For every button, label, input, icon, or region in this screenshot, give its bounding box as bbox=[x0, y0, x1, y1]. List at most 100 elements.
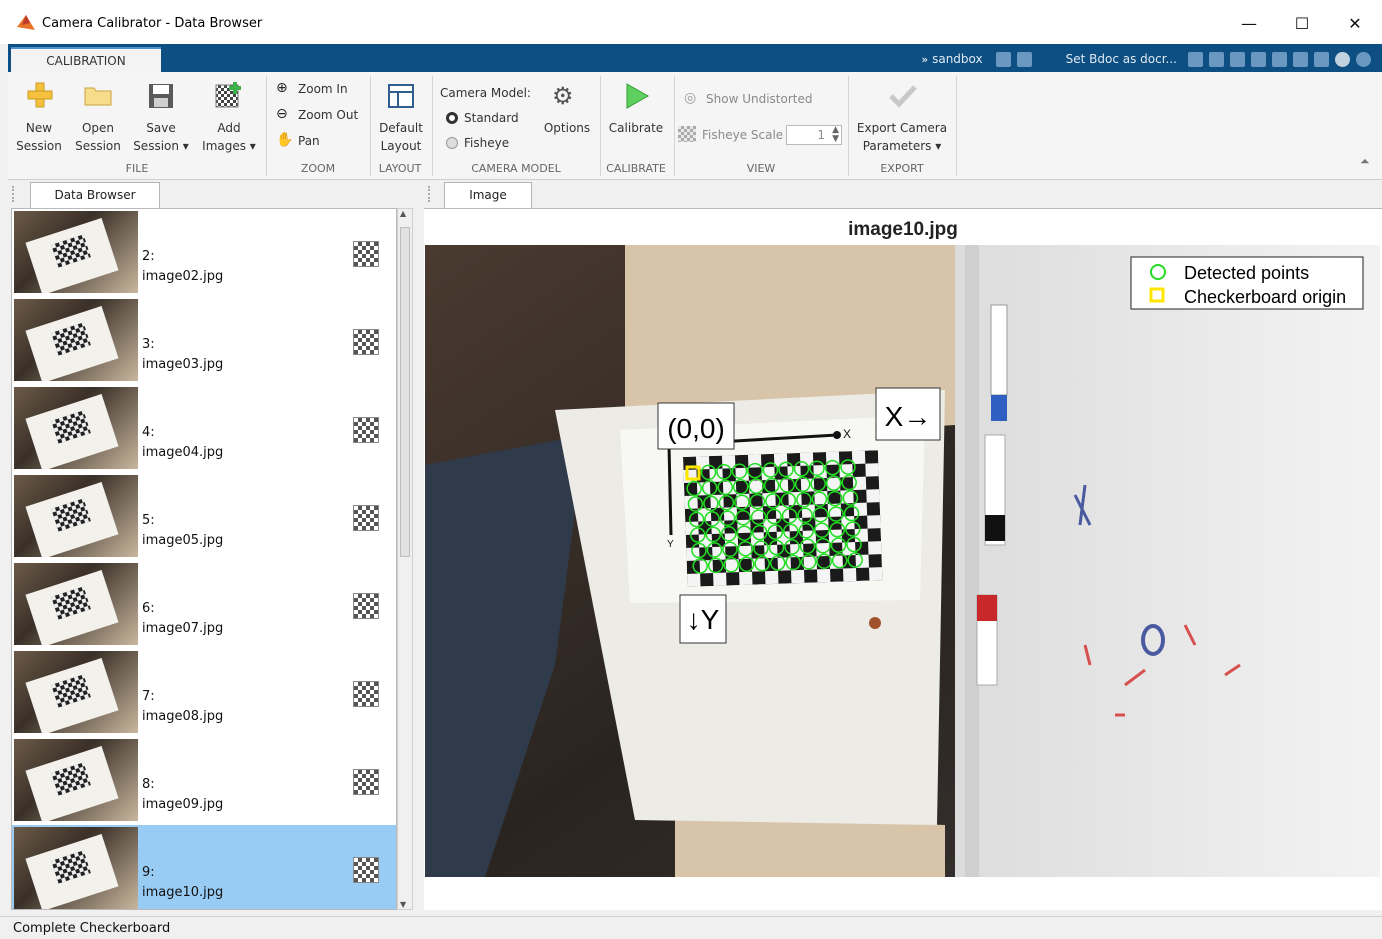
new-label-1: New bbox=[25, 121, 53, 135]
save-icon bbox=[149, 84, 173, 108]
checkerboard-icon bbox=[353, 241, 379, 267]
calibrate-button[interactable]: Calibrate bbox=[604, 82, 668, 152]
open-label-1: Open bbox=[81, 121, 115, 135]
standard-radio[interactable]: Standard bbox=[446, 110, 536, 130]
list-item[interactable]: 3: image03.jpg bbox=[12, 297, 396, 385]
item-index: 4: bbox=[142, 425, 155, 440]
zoom-out-icon: ⊖ bbox=[276, 106, 288, 122]
zoom-group-label: ZOOM bbox=[300, 162, 336, 175]
pan-button[interactable]: ✋ Pan bbox=[274, 132, 370, 154]
item-index: 6: bbox=[142, 601, 155, 616]
save-icon[interactable] bbox=[1188, 51, 1203, 67]
new-session-button[interactable]: New Session bbox=[14, 82, 64, 153]
save-session-button[interactable]: Save Session ▾ bbox=[130, 82, 192, 153]
image-thumbnail bbox=[14, 211, 138, 293]
tab-image[interactable]: Image bbox=[444, 182, 532, 208]
image-thumbnail bbox=[14, 475, 138, 557]
doc-label[interactable]: Set Bdoc as docr... bbox=[1066, 52, 1177, 66]
export-label-1: Export Camera bbox=[856, 121, 948, 135]
default-layout-button[interactable]: Default Layout bbox=[374, 82, 428, 153]
separator bbox=[956, 76, 957, 176]
view-group-label: VIEW bbox=[746, 162, 776, 175]
data-browser-panel: Data Browser 2: image02.jpg 3: image03.jpg 4… bbox=[8, 182, 420, 910]
options-label: Options bbox=[543, 121, 591, 135]
layout-label-2: Layout bbox=[380, 139, 422, 153]
scrollbar-thumb[interactable] bbox=[400, 227, 410, 557]
list-item[interactable]: 7: image08.jpg bbox=[12, 649, 396, 737]
radio-unselected-icon bbox=[446, 137, 458, 149]
radio-selected-icon bbox=[446, 112, 458, 124]
print-icon[interactable] bbox=[1016, 51, 1032, 67]
expand-icon[interactable] bbox=[1356, 51, 1371, 67]
export-camera-parameters-button[interactable]: Export Camera Parameters ▾ bbox=[852, 82, 952, 153]
title-bar: Camera Calibrator - Data Browser — ☐ ✕ bbox=[0, 0, 1382, 44]
checkerboard-icon bbox=[353, 769, 379, 795]
legend-detected-label: Detected points bbox=[1184, 263, 1309, 283]
zoom-in-label: Zoom In bbox=[298, 82, 348, 96]
list-item[interactable]: 9: image10.jpg bbox=[12, 825, 396, 909]
y-axis-annotation: ↓Y bbox=[687, 604, 720, 635]
export-group-label: EXPORT bbox=[880, 162, 924, 175]
cut-icon[interactable] bbox=[1209, 51, 1224, 67]
image-display-area: image10.jpg X Y (0,0) X→ ↓Y Detected poi… bbox=[424, 208, 1382, 910]
camera-model-group-label: CAMERA MODEL bbox=[471, 162, 561, 175]
undo-icon[interactable] bbox=[1272, 51, 1287, 67]
redo-icon[interactable] bbox=[1293, 51, 1308, 67]
panel-grip-icon[interactable] bbox=[428, 186, 436, 202]
list-item[interactable]: 6: image07.jpg bbox=[12, 561, 396, 649]
list-item[interactable]: 4: image04.jpg bbox=[12, 385, 396, 473]
file-group-label: FILE bbox=[125, 162, 149, 175]
list-item[interactable]: 2: image02.jpg bbox=[12, 209, 396, 297]
save-label-1: Save bbox=[146, 121, 176, 135]
item-filename: image07.jpg bbox=[142, 621, 224, 636]
close-button[interactable]: ✕ bbox=[1332, 10, 1378, 38]
calibration-photo[interactable]: X Y (0,0) X→ ↓Y Detected points Checkerb… bbox=[425, 245, 1380, 877]
zoom-out-button[interactable]: ⊖ Zoom Out bbox=[274, 106, 370, 128]
checkerboard-icon bbox=[353, 329, 379, 355]
list-item[interactable]: 5: image05.jpg bbox=[12, 473, 396, 561]
spinner-arrows-icon[interactable]: ▲ ▼ bbox=[832, 126, 839, 144]
sandbox-icon[interactable]: » bbox=[921, 53, 928, 66]
scroll-up-arrow-icon[interactable]: ▲ bbox=[400, 209, 406, 218]
search-icon[interactable] bbox=[995, 51, 1011, 67]
checkerboard-icon bbox=[353, 417, 379, 443]
help-icon[interactable] bbox=[1335, 51, 1350, 67]
switch-windows-icon[interactable] bbox=[1314, 51, 1329, 67]
show-undistorted-button[interactable]: ◎ Show Undistorted bbox=[682, 90, 842, 110]
options-button[interactable]: ⚙ Options bbox=[540, 82, 594, 152]
maximize-button[interactable]: ☐ bbox=[1279, 10, 1325, 38]
layout-icon bbox=[388, 84, 414, 108]
origin-annotation: (0,0) bbox=[667, 413, 725, 444]
item-filename: image03.jpg bbox=[142, 357, 224, 372]
tab-data-browser[interactable]: Data Browser bbox=[30, 182, 160, 208]
paste-icon[interactable] bbox=[1251, 51, 1266, 67]
add-images-icon bbox=[215, 82, 241, 108]
list-item[interactable]: 8: image09.jpg bbox=[12, 737, 396, 825]
plus-icon bbox=[27, 82, 53, 108]
zoom-in-button[interactable]: ⊕ Zoom In bbox=[274, 80, 370, 102]
legend: Detected points Checkerboard origin bbox=[1130, 256, 1364, 310]
vertical-scrollbar[interactable]: ▲ ▼ bbox=[397, 208, 413, 910]
show-undistorted-label: Show Undistorted bbox=[706, 92, 813, 106]
item-index: 7: bbox=[142, 689, 155, 704]
minimize-button[interactable]: — bbox=[1226, 10, 1272, 38]
tab-calibration[interactable]: CALIBRATION bbox=[11, 47, 161, 73]
item-filename: image05.jpg bbox=[142, 533, 224, 548]
layout-group-label: LAYOUT bbox=[378, 162, 422, 175]
ribbon-tab-strip: CALIBRATION » sandbox Set Bdoc as docr..… bbox=[8, 44, 1382, 73]
sandbox-label[interactable]: sandbox bbox=[932, 52, 983, 66]
collapse-ribbon-icon[interactable]: ⏶ bbox=[1360, 154, 1370, 169]
scroll-down-arrow-icon[interactable]: ▼ bbox=[400, 900, 406, 909]
open-session-button[interactable]: Open Session bbox=[72, 82, 124, 153]
panel-grip-icon[interactable] bbox=[12, 186, 20, 202]
separator bbox=[600, 76, 601, 176]
add-images-button[interactable]: Add Images ▾ bbox=[198, 82, 260, 153]
item-filename: image10.jpg bbox=[142, 885, 224, 900]
copy-icon[interactable] bbox=[1230, 51, 1245, 67]
fisheye-radio[interactable]: Fisheye bbox=[446, 135, 536, 155]
undistort-icon: ◎ bbox=[684, 90, 697, 106]
status-bar: Complete Checkerboard bbox=[0, 916, 1382, 939]
fisheye-scale-spinner[interactable]: 1 ▲ ▼ bbox=[786, 125, 842, 145]
image-thumbnail bbox=[14, 739, 138, 821]
matlab-logo-icon bbox=[17, 15, 35, 30]
